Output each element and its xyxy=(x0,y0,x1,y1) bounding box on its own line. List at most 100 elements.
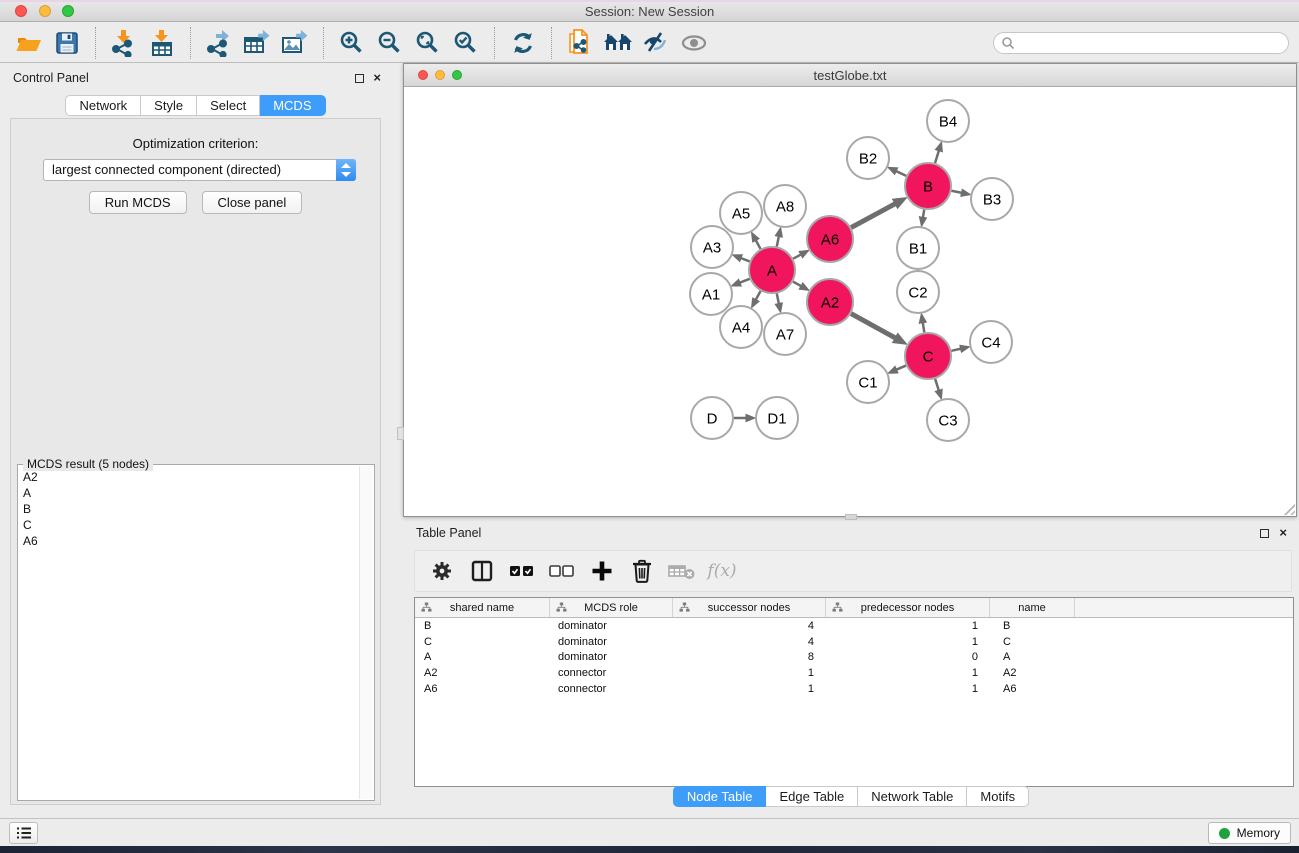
table-cell[interactable]: 4 xyxy=(673,620,826,632)
table-cell[interactable]: dominator xyxy=(550,620,673,632)
node-A1[interactable]: A1 xyxy=(690,273,732,315)
close-panel-button[interactable]: Close panel xyxy=(202,191,303,214)
network-from-selection-icon[interactable] xyxy=(561,26,599,60)
table-cell[interactable]: connector xyxy=(550,667,673,679)
table-cell[interactable]: A xyxy=(415,651,550,663)
settings-gear-icon[interactable] xyxy=(425,555,459,587)
table-cell[interactable]: 1 xyxy=(826,667,990,679)
network-canvas[interactable]: AA1A2A3A4A5A6A7A8BB1B2B3B4CC1C2C3C4DD1 xyxy=(404,88,1296,516)
tab-motifs[interactable]: Motifs xyxy=(967,786,1029,807)
node-C3[interactable]: C3 xyxy=(927,399,969,441)
node-A[interactable]: A xyxy=(749,247,795,293)
column-header-successor-nodes[interactable]: successor nodes xyxy=(673,598,826,617)
node-D[interactable]: D xyxy=(691,397,733,439)
node-A3[interactable]: A3 xyxy=(691,226,733,268)
node-B[interactable]: B xyxy=(905,163,951,209)
run-mcds-button[interactable]: Run MCDS xyxy=(89,191,187,214)
table-cell[interactable]: dominator xyxy=(550,636,673,648)
export-network-icon[interactable] xyxy=(200,26,238,60)
node-C1[interactable]: C1 xyxy=(847,361,889,403)
search-input[interactable] xyxy=(1015,36,1281,50)
table-cell[interactable]: 4 xyxy=(673,636,826,648)
edge-B-B3[interactable] xyxy=(952,191,963,193)
table-cell[interactable]: dominator xyxy=(550,651,673,663)
close-panel-icon[interactable]: × xyxy=(373,70,381,85)
table-cell[interactable]: 1 xyxy=(673,667,826,679)
zoom-selected-icon[interactable] xyxy=(447,26,485,60)
tab-network-table[interactable]: Network Table xyxy=(858,786,967,807)
edge-A-A7[interactable] xyxy=(777,294,779,305)
node-A8[interactable]: A8 xyxy=(764,185,806,227)
tab-style[interactable]: Style xyxy=(141,95,197,116)
table-cell[interactable]: 1 xyxy=(826,620,990,632)
edge-A-A1[interactable] xyxy=(739,279,750,283)
edge-B-B1[interactable] xyxy=(923,210,924,219)
edge-C-C3[interactable] xyxy=(935,379,939,391)
node-B2[interactable]: B2 xyxy=(847,137,889,179)
mcds-result-item[interactable]: A xyxy=(20,485,357,501)
node-C[interactable]: C xyxy=(905,333,951,379)
function-builder-icon[interactable]: f(x) xyxy=(705,555,739,587)
edge-A6-B[interactable] xyxy=(851,203,897,228)
delete-table-icon[interactable] xyxy=(665,555,699,587)
edge-C-C2[interactable] xyxy=(923,322,925,333)
node-A4[interactable]: A4 xyxy=(720,306,762,348)
edge-B-B2[interactable] xyxy=(895,171,906,176)
table-cell[interactable]: B xyxy=(990,620,1075,632)
edge-C-C1[interactable] xyxy=(896,366,906,371)
home-icon[interactable] xyxy=(599,26,637,60)
edge-A-A5[interactable] xyxy=(755,239,760,249)
column-header-name[interactable]: name xyxy=(990,598,1075,617)
toggle-columns-icon[interactable] xyxy=(465,555,499,587)
mcds-result-item[interactable]: C xyxy=(20,517,357,533)
mcds-list-scrollbar[interactable] xyxy=(359,466,373,799)
column-header-shared-name[interactable]: shared name xyxy=(415,598,550,617)
delete-row-icon[interactable] xyxy=(625,555,659,587)
node-B1[interactable]: B1 xyxy=(897,227,939,269)
save-session-icon[interactable] xyxy=(48,26,86,60)
table-cell[interactable]: A6 xyxy=(990,683,1075,695)
float-panel-icon[interactable] xyxy=(355,74,364,83)
table-cell[interactable]: A6 xyxy=(415,683,550,695)
edge-A-A2[interactable] xyxy=(793,282,802,287)
table-row[interactable]: Adominator80A xyxy=(415,650,1293,666)
node-B3[interactable]: B3 xyxy=(971,178,1013,220)
node-A7[interactable]: A7 xyxy=(764,313,806,355)
table-row[interactable]: Bdominator41B xyxy=(415,618,1293,634)
node-A5[interactable]: A5 xyxy=(720,192,762,234)
column-header-predecessor-nodes[interactable]: predecessor nodes xyxy=(826,598,990,617)
table-cell[interactable]: 1 xyxy=(826,683,990,695)
tab-node-table[interactable]: Node Table xyxy=(673,786,767,807)
mcds-result-item[interactable]: A6 xyxy=(20,533,357,549)
table-cell[interactable]: C xyxy=(990,636,1075,648)
open-file-icon[interactable] xyxy=(10,26,48,60)
export-image-icon[interactable] xyxy=(276,26,314,60)
import-table-icon[interactable] xyxy=(143,26,181,60)
node-A2[interactable]: A2 xyxy=(807,279,853,325)
edge-A-A4[interactable] xyxy=(755,291,760,301)
table-cell[interactable]: A2 xyxy=(415,667,550,679)
node-C2[interactable]: C2 xyxy=(897,271,939,313)
graph-nodes[interactable]: AA1A2A3A4A5A6A7A8BB1B2B3B4CC1C2C3C4DD1 xyxy=(690,100,1013,441)
graphics-details-icon[interactable] xyxy=(637,26,675,60)
table-cell[interactable]: B xyxy=(415,620,550,632)
add-row-icon[interactable] xyxy=(585,555,619,587)
table-cell[interactable]: 1 xyxy=(826,636,990,648)
apply-layout-refresh-icon[interactable] xyxy=(504,26,542,60)
eye-icon[interactable] xyxy=(675,26,713,60)
edge-A-A8[interactable] xyxy=(777,235,779,246)
edge-B-B4[interactable] xyxy=(935,150,939,163)
tab-edge-table[interactable]: Edge Table xyxy=(766,786,858,807)
column-header-MCDS-role[interactable]: MCDS role xyxy=(550,598,673,617)
mcds-result-item[interactable]: B xyxy=(20,501,357,517)
node-C4[interactable]: C4 xyxy=(970,321,1012,363)
import-network-icon[interactable] xyxy=(105,26,143,60)
table-cell[interactable]: connector xyxy=(550,683,673,695)
edge-C-C4[interactable] xyxy=(951,349,961,351)
zoom-out-icon[interactable] xyxy=(371,26,409,60)
float-table-panel-icon[interactable] xyxy=(1260,529,1269,538)
edge-A2-C[interactable] xyxy=(851,314,897,340)
edge-A-A3[interactable] xyxy=(740,258,750,262)
mcds-result-item[interactable]: A2 xyxy=(20,469,357,485)
tab-mcds[interactable]: MCDS xyxy=(260,95,325,116)
